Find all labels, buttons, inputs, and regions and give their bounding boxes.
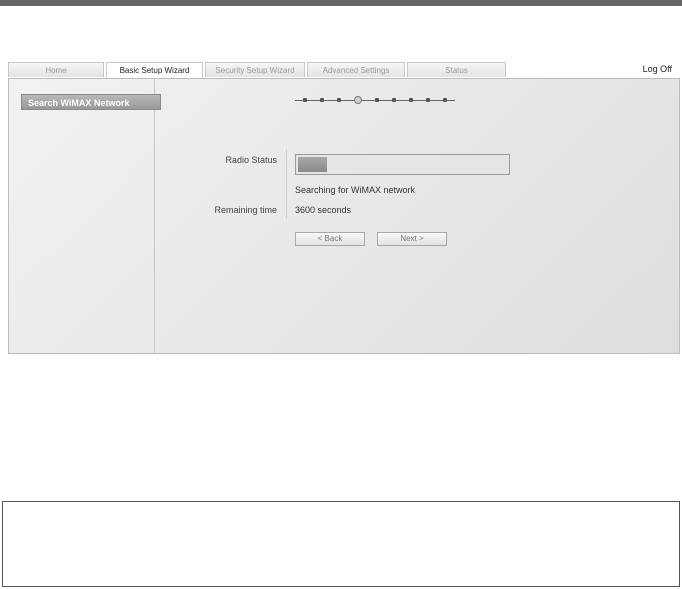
tab-security-setup-wizard[interactable]: Security Setup Wizard [205, 62, 305, 77]
radio-status-label: Radio Status [225, 155, 277, 165]
next-button[interactable]: Next > [377, 232, 447, 246]
top-divider-bar [0, 0, 682, 6]
log-off-link[interactable]: Log Off [643, 64, 672, 74]
remaining-time-label: Remaining time [214, 205, 277, 215]
sidebar-item-search-wimax-network[interactable]: Search WiMAX Network [21, 94, 161, 110]
tab-home[interactable]: Home [8, 62, 104, 77]
sidebar: Search WiMAX Network [9, 79, 161, 353]
back-button[interactable]: < Back [295, 232, 365, 246]
remaining-time-value: 3600 seconds [295, 205, 352, 215]
main-panel: Search WiMAX Network Radio Status Search… [8, 78, 680, 354]
tab-advanced-settings[interactable]: Advanced Settings [307, 62, 405, 77]
progress-fill [298, 157, 327, 172]
current-step-marker [354, 96, 362, 104]
tab-status[interactable]: Status [407, 62, 506, 77]
status-message: Searching for WiMAX network [295, 185, 416, 195]
tab-basic-setup-wizard[interactable]: Basic Setup Wizard [106, 62, 203, 78]
radio-status-progress-bar [295, 154, 510, 175]
tab-bar: Home Basic Setup Wizard Security Setup W… [8, 62, 508, 78]
form-divider [286, 149, 287, 219]
note-box [2, 501, 680, 587]
wizard-step-indicator [295, 95, 455, 105]
